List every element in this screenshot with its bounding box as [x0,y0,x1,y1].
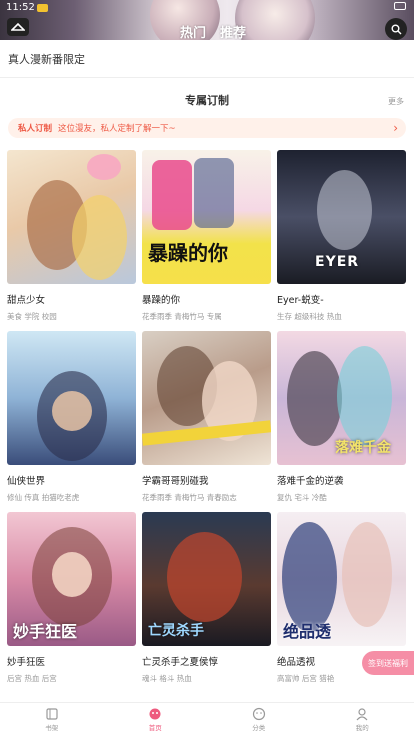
tab-label: 首页 [148,724,162,732]
category-icon [252,707,265,721]
cover-title-art: 绝品透 [283,622,332,641]
tab-bookshelf[interactable]: 书架 [0,703,104,736]
comic-tags: 花季雨季 青梅竹马 专属 [142,312,222,321]
more-link[interactable]: 更多 [388,96,404,107]
section-title: 专属订制 [185,94,229,107]
comic-title: 亡灵杀手之夏侯惇 [142,657,219,668]
comic-cover: 暴躁的你 [142,150,271,284]
comic-cover [142,331,271,465]
battery-icon [394,2,406,10]
comic-card[interactable]: 学霸哥哥别碰我 花季雨季 青梅竹马 青春励志 [142,331,271,503]
comic-tags: 修仙 传真 拍猫吃老虎 [7,493,80,502]
custom-banner[interactable]: 私人订制 这位漫友，私人定制了解一下~ › [8,118,406,138]
chevron-right-icon: › [393,121,398,135]
header-banner: 11:52 热门 推荐 [0,0,414,40]
comic-cover: 亡灵杀手 [142,512,271,646]
subtitle-row[interactable]: 真人漫新番限定 [0,40,414,78]
comic-tags: 花季雨季 青梅竹马 青春励志 [142,493,237,502]
comic-title: 暴躁的你 [142,295,181,306]
banner-artwork [235,0,315,40]
cover-title-art: 妙手狂医 [13,622,78,641]
checkin-reward-label: 签到送福利 [368,658,408,668]
header-tabs: 热门 推荐 [180,22,246,40]
home-icon [149,708,161,720]
banner-highlight: 私人订制 [18,124,53,134]
comic-cover: 落难千金 [277,331,406,465]
search-icon [391,24,401,34]
notification-icon [36,3,48,12]
status-bar: 11:52 [6,2,48,13]
subtitle-text: 真人漫新番限定 [8,52,85,66]
comic-title: 落难千金的逆袭 [277,476,344,487]
tab-profile[interactable]: 我的 [311,703,414,736]
search-button[interactable] [385,18,407,40]
cover-title-art: 亡灵杀手 [148,623,204,639]
checkin-reward-button[interactable]: 签到送福利 [362,651,414,675]
app-logo-icon[interactable] [7,18,29,36]
comic-cover: EYER [277,150,406,284]
comic-tags: 美食 学院 校园 [7,312,57,321]
comic-cover: 绝品透 [277,512,406,646]
comic-card[interactable]: EYER Eyer-蜕变- 生存 超级科技 热血 [277,150,406,322]
comic-tags: 后宫 热血 后宫 [7,674,57,683]
comic-title: 妙手狂医 [7,657,46,668]
comic-card[interactable]: 仙侠世界 修仙 传真 拍猫吃老虎 [7,331,136,503]
tab-label: 分类 [252,724,266,732]
comic-tags: 复仇 宅斗 冷酷 [277,493,327,502]
comic-card[interactable]: 亡灵杀手 亡灵杀手之夏侯惇 魂斗 格斗 热血 [142,512,271,684]
status-time: 11:52 [6,2,35,13]
comic-card[interactable]: 妙手狂医 妙手狂医 后宫 热血 后宫 [7,512,136,684]
cover-title-art: 暴躁的你 [148,241,228,265]
comic-title: 仙侠世界 [7,476,46,487]
cover-title-art: EYER [315,254,360,270]
tab-home[interactable]: 首页 [104,703,208,736]
tab-recommend[interactable]: 推荐 [220,22,246,40]
book-icon [46,708,58,720]
comic-title: Eyer-蜕变- [277,295,324,306]
profile-icon [356,708,368,721]
comic-card[interactable]: 甜点少女 美食 学院 校园 [7,150,136,322]
banner-text: 这位漫友，私人定制了解一下~ [58,124,176,134]
comic-cover: 妙手狂医 [7,512,136,646]
tab-label: 书架 [45,724,59,732]
comic-cover [7,331,136,465]
bottom-tab-bar: 书架 首页 分类 我的 [0,702,414,736]
cover-title-art: 落难千金 [335,440,391,456]
tab-category[interactable]: 分类 [207,703,311,736]
comic-title: 学霸哥哥别碰我 [142,476,209,487]
comic-card[interactable]: 落难千金 落难千金的逆袭 复仇 宅斗 冷酷 [277,331,406,503]
comic-tags: 魂斗 格斗 热血 [142,674,192,683]
comic-title: 甜点少女 [7,295,46,306]
comic-card[interactable]: 暴躁的你 暴躁的你 花季雨季 青梅竹马 专属 [142,150,271,322]
tab-hot[interactable]: 热门 [180,22,206,40]
comic-cover [7,150,136,284]
comic-tags: 生存 超级科技 热血 [277,312,342,321]
tab-label: 我的 [355,724,369,732]
